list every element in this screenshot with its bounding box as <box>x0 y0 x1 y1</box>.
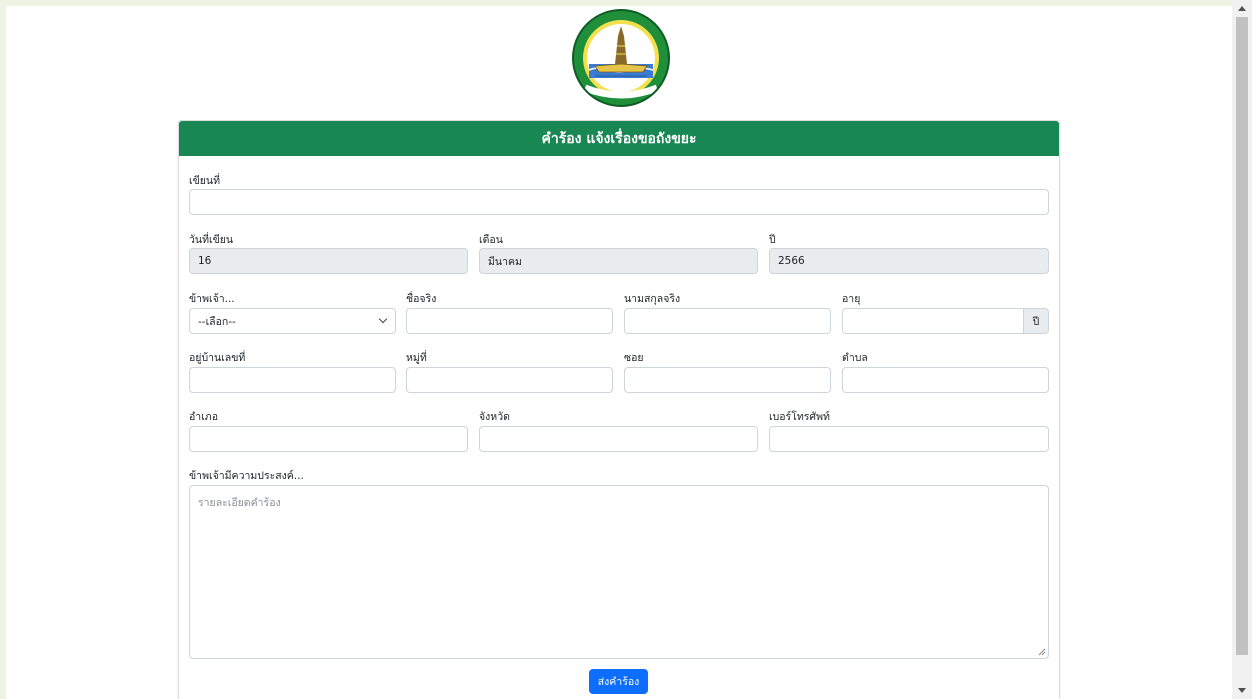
district-label: อำเภอ <box>189 411 219 423</box>
submit-button[interactable]: ส่งคำร้อง <box>589 669 648 694</box>
house-no-input[interactable] <box>189 367 396 393</box>
province-label: จังหวัด <box>479 411 510 423</box>
month-label: เดือน <box>479 234 503 246</box>
written-at-label: เขียนที่ <box>189 175 221 187</box>
alley-label: ซอย <box>624 352 644 364</box>
scrollbar-thumb[interactable] <box>1236 17 1248 655</box>
age-label: อายุ <box>842 293 861 305</box>
subdistrict-input[interactable] <box>842 367 1049 393</box>
form-title: คำร้อง แจ้งเรื่องขอถังขยะ <box>179 121 1059 156</box>
purpose-textarea[interactable]: รายละเอียดคำร้อง <box>189 485 1049 659</box>
purpose-placeholder: รายละเอียดคำร้อง <box>198 497 281 509</box>
house-no-label: อยู่บ้านเลขที่ <box>189 352 246 364</box>
year-input[interactable]: 2566 <box>769 248 1049 274</box>
subdistrict-label: ตำบล <box>842 352 868 364</box>
day-input[interactable]: 16 <box>189 248 468 274</box>
purpose-label: ข้าพเจ้ามีความประสงค์... <box>189 470 304 482</box>
chevron-down-icon <box>378 314 388 324</box>
phone-label: เบอร์โทรศัพท์ <box>769 411 830 423</box>
last-name-input[interactable] <box>624 308 831 334</box>
title-prefix-select[interactable]: --เลือก-- <box>189 308 396 334</box>
district-input[interactable] <box>189 426 468 452</box>
first-name-input[interactable] <box>406 308 613 334</box>
last-name-label: นามสกุลจริง <box>624 293 681 305</box>
municipality-logo <box>571 8 671 108</box>
phone-input[interactable] <box>769 426 1049 452</box>
scroll-down-icon[interactable] <box>1238 688 1246 693</box>
age-unit: ปี <box>1023 308 1049 334</box>
year-label: ปี <box>769 234 776 246</box>
scroll-up-icon[interactable] <box>1238 6 1246 11</box>
page: คำร้อง แจ้งเรื่องขอถังขยะ เขียนที่ วันที… <box>6 6 1232 699</box>
title-prefix-label: ข้าพเจ้า... <box>189 293 235 305</box>
village-no-label: หมู่ที่ <box>406 352 427 364</box>
written-at-input[interactable] <box>189 189 1049 215</box>
village-no-input[interactable] <box>406 367 613 393</box>
age-input[interactable] <box>842 308 1024 334</box>
first-name-label: ชื่อจริง <box>406 293 437 305</box>
resize-grip-icon[interactable] <box>1038 648 1046 656</box>
vertical-scrollbar[interactable] <box>1232 0 1252 699</box>
day-label: วันที่เขียน <box>189 234 234 246</box>
province-input[interactable] <box>479 426 758 452</box>
title-prefix-selected: --เลือก-- <box>198 315 236 328</box>
alley-input[interactable] <box>624 367 831 393</box>
month-input[interactable]: มีนาคม <box>479 248 758 274</box>
